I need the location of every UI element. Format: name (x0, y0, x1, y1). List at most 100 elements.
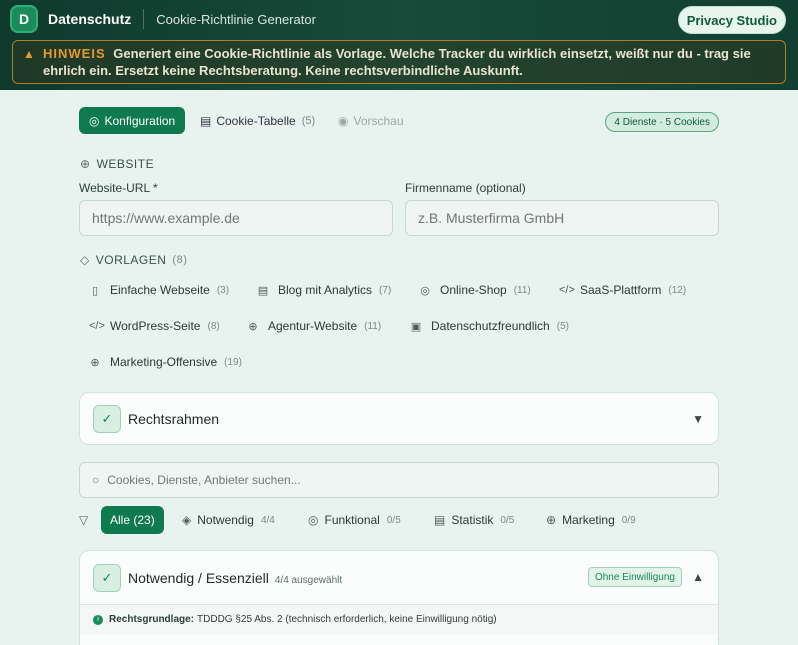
search-box[interactable]: ○ Cookies, Dienste, Anbieter suchen... (79, 462, 719, 498)
tab-vorschau[interactable]: ◉ Vorschau (338, 107, 404, 134)
filter-label: Statistik (451, 513, 494, 527)
info-icon: i (93, 614, 103, 625)
website-heading: ⊕ WEBSITE (80, 157, 154, 171)
template-marketing-offensive[interactable]: ⊕ Marketing-Offensive (19) (89, 355, 242, 369)
template-label: Datenschutzfreundlich (431, 319, 550, 333)
filter-label: Marketing (562, 513, 615, 527)
globe-icon: ⊕ (546, 513, 557, 527)
table-icon: ▤ (200, 113, 212, 128)
globe-icon: ⊕ (90, 356, 100, 369)
section-count: (8) (172, 254, 188, 266)
brand: D Datenschutz Cookie-Richtlinie Generato… (10, 5, 316, 33)
document-icon: ▯ (91, 284, 99, 297)
template-online-shop[interactable]: ◎ Online-Shop (11) (419, 283, 531, 297)
code-icon: </> (89, 320, 105, 332)
notice-banner: ▲ HINWEIS Generiert eine Cookie-Richtlin… (12, 40, 786, 84)
category-header[interactable]: Notwendig / Essenziell 4/4 ausgewählt (128, 570, 342, 586)
template-count: (5) (556, 320, 569, 332)
code-icon: </> (559, 284, 575, 296)
legal-basis-row: i Rechtsgrundlage: TDDDG §25 Abs. 2 (tec… (80, 604, 718, 634)
category-selected: 4/4 ausgewählt (274, 575, 343, 586)
filter-icon: ▽ (79, 513, 89, 527)
legal-text: TDDDG §25 Abs. 2 (technisch erforderlich… (197, 614, 497, 625)
globe-icon: ⊕ (248, 320, 258, 333)
notice-label: HINWEIS (43, 46, 106, 61)
template-count: (11) (364, 320, 382, 332)
page-subtitle: Cookie-Richtlinie Generator (156, 11, 316, 27)
template-label: Marketing-Offensive (110, 355, 218, 369)
filter-funktional[interactable]: ◎ Funktional 0/5 (308, 506, 401, 534)
filter-all[interactable]: Alle (23) (101, 506, 164, 534)
logo: D (10, 5, 38, 33)
templates-heading: ◇ VORLAGEN (8) (80, 253, 187, 267)
shield-icon: ✓ (93, 564, 121, 592)
table-icon: ▤ (257, 284, 269, 297)
template-datenschutzfreundlich[interactable]: ▣ Datenschutzfreundlich (5) (410, 319, 569, 333)
tab-count: (5) (301, 114, 316, 127)
section-title: WEBSITE (96, 157, 155, 171)
brand-divider (143, 9, 145, 29)
filter-row: ▽ Alle (23) ◈ Notwendig 4/4 ◎ Funktional… (79, 506, 719, 534)
template-agentur-website[interactable]: ⊕ Agentur-Website (11) (247, 319, 381, 333)
template-label: SaaS-Plattform (580, 283, 662, 297)
search-icon: ○ (92, 473, 100, 487)
cookie-icon: ◎ (420, 284, 430, 297)
chevron-up-icon[interactable]: ▲ (692, 570, 704, 584)
template-label: Online-Shop (440, 283, 507, 297)
tab-label: Konfiguration (104, 113, 176, 128)
filter-notwendig[interactable]: ◈ Notwendig 4/4 (182, 506, 275, 534)
lock-icon: ▣ (410, 320, 422, 333)
privacy-studio-button[interactable]: Privacy Studio (677, 6, 786, 34)
template-label: Einfache Webseite (110, 283, 210, 297)
summary-badge: 4 Dienste · 5 Cookies (605, 112, 719, 132)
tab-label: Cookie-Tabelle (216, 113, 296, 128)
template-count: (12) (668, 284, 687, 296)
filter-count: 0/5 (386, 514, 401, 526)
consent-badge: Ohne Einwilligung (587, 567, 682, 587)
template-saas-plattform[interactable]: </> SaaS-Plattform (12) (559, 283, 686, 297)
company-label: Firmenname (optional) (405, 181, 526, 195)
filter-label: Funktional (324, 513, 380, 527)
template-label: WordPress-Seite (110, 319, 201, 333)
filter-count: 0/9 (621, 514, 636, 526)
tab-konfiguration[interactable]: ◎ Konfiguration (79, 107, 185, 134)
tab-label: Vorschau (353, 113, 404, 128)
template-wordpress[interactable]: </> WordPress-Seite (8) (89, 319, 220, 333)
template-label: Blog mit Analytics (278, 283, 373, 297)
notice-text: Generiert eine Cookie-Richtlinie als Vor… (43, 46, 751, 78)
cookie-icon: ◎ (89, 113, 100, 128)
template-count: (11) (513, 284, 531, 296)
chevron-down-icon[interactable]: ▼ (692, 412, 704, 426)
warning-icon: ▲ (23, 47, 35, 61)
globe-icon: ⊕ (80, 157, 91, 171)
template-einfache-webseite[interactable]: ▯ Einfache Webseite (3) (89, 283, 229, 297)
company-name-input[interactable] (405, 200, 719, 236)
table-icon: ▤ (434, 513, 446, 527)
website-url-input[interactable] (79, 200, 393, 236)
template-count: (7) (379, 284, 392, 296)
template-count: (3) (216, 284, 230, 296)
category-card-notwendig: ✓ Notwendig / Essenziell 4/4 ausgewählt … (79, 550, 719, 645)
filter-label: Notwendig (197, 513, 254, 527)
legal-frame-card[interactable]: ✓ Rechtsrahmen ▼ (79, 392, 719, 445)
brand-name: Datenschutz (48, 11, 132, 27)
filter-marketing[interactable]: ⊕ Marketing 0/9 (546, 506, 636, 534)
template-blog-analytics[interactable]: ▤ Blog mit Analytics (7) (257, 283, 391, 297)
category-title: Notwendig / Essenziell (128, 570, 269, 586)
search-placeholder: Cookies, Dienste, Anbieter suchen... (107, 473, 301, 487)
shield-icon: ◈ (182, 513, 192, 527)
cookie-icon: ◎ (308, 513, 319, 527)
shield-icon: ✓ (93, 405, 121, 433)
card-title: Rechtsrahmen (128, 411, 220, 427)
template-label: Agentur-Website (268, 319, 358, 333)
filter-label: Alle (23) (110, 513, 155, 527)
url-label: Website-URL * (79, 181, 158, 195)
filter-statistik[interactable]: ▤ Statistik 0/5 (434, 506, 514, 534)
top-bar: D Datenschutz Cookie-Richtlinie Generato… (0, 0, 798, 90)
filter-count: 4/4 (260, 514, 275, 526)
tab-cookie-tabelle[interactable]: ▤ Cookie-Tabelle (5) (200, 107, 315, 134)
template-count: (8) (207, 320, 220, 332)
tab-bar: ◎ Konfiguration ▤ Cookie-Tabelle (5) ◉ V… (79, 107, 719, 135)
filter-count: 0/5 (500, 514, 515, 526)
template-count: (19) (224, 356, 242, 368)
